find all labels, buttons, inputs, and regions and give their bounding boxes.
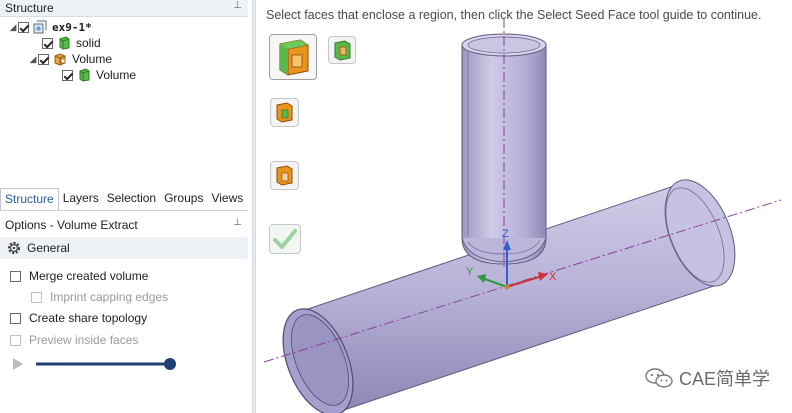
watermark-text: CAE简单学 [678, 369, 770, 389]
gear-icon [7, 241, 21, 255]
left-panel: Structure ⊥ ◢ ex9-1* solid ◢ Volume Volu… [0, 0, 252, 413]
y-axis-label: Y [466, 266, 474, 278]
graphics-viewport[interactable]: Select faces that enclose a region, then… [256, 0, 792, 413]
structure-panel-title: Structure [5, 1, 54, 15]
preview-inside-checkbox [10, 334, 21, 346]
play-icon [13, 358, 23, 370]
volume-body-icon [79, 68, 90, 82]
pin-icon[interactable]: ⊥ [233, 0, 242, 11]
tab-selection[interactable]: Selection [103, 188, 160, 210]
tab-groups[interactable]: Groups [160, 188, 207, 210]
watermark: CAE简单学 [645, 365, 770, 391]
select-seed-face-tool-icon [334, 40, 351, 61]
z-axis-label: Z [502, 228, 509, 240]
select-extra-face-tool[interactable] [270, 98, 299, 127]
tree-checkbox[interactable] [62, 69, 73, 81]
options-panel-title: Options - Volume Extract [5, 218, 138, 232]
volume-group-icon [54, 53, 66, 66]
select-faces-tool[interactable] [269, 34, 317, 80]
option-preview-inside-faces: Preview inside faces [10, 332, 138, 348]
option-label: Preview inside faces [29, 333, 139, 347]
option-label: Merge created volume [29, 269, 149, 283]
merge-volume-checkbox[interactable] [10, 270, 21, 282]
collapse-icon[interactable]: ◢ [28, 54, 38, 65]
select-cap-face-tool[interactable] [270, 161, 299, 190]
options-panel-header: Options - Volume Extract ⊥ [0, 217, 248, 233]
complete-checkmark-icon [273, 229, 297, 249]
collapse-icon[interactable]: ◢ [8, 22, 18, 33]
section-title: General [27, 241, 70, 255]
share-topology-checkbox[interactable] [10, 312, 21, 324]
solid-body-icon [59, 36, 70, 50]
x-axis-label: X [549, 271, 557, 283]
option-merge-created-volume[interactable]: Merge created volume [10, 268, 148, 284]
wechat-icon [645, 368, 673, 388]
tree-checkbox[interactable] [38, 53, 49, 65]
tree-item-solid[interactable]: solid [42, 35, 101, 51]
tab-layers[interactable]: Layers [59, 188, 103, 210]
tree-checkbox[interactable] [18, 21, 29, 33]
complete-tool[interactable] [269, 224, 301, 254]
option-label: Imprint capping edges [50, 290, 169, 304]
option-create-share-topology[interactable]: Create share topology [10, 310, 147, 326]
select-cap-face-tool-icon [276, 165, 293, 186]
tree-label: Volume [96, 68, 137, 82]
tree-label: solid [76, 36, 101, 50]
panel-tabs: Structure Layers Selection Groups Views [0, 188, 248, 211]
tab-structure[interactable]: Structure [0, 188, 59, 210]
tree-item-ex9-1[interactable]: ◢ ex9-1* [8, 19, 92, 35]
tree-item-volume-group[interactable]: ◢ Volume [28, 51, 113, 67]
select-faces-tool-icon [279, 39, 309, 76]
tree-label: Volume [72, 52, 113, 66]
slider-graphic [13, 358, 176, 370]
option-imprint-capping-edges: Imprint capping edges [31, 289, 168, 305]
option-label: Create share topology [29, 311, 148, 325]
structure-panel-header: Structure ⊥ [0, 0, 248, 17]
select-extra-face-tool-icon [276, 102, 293, 123]
select-seed-face-tool[interactable] [328, 36, 356, 64]
tree-checkbox[interactable] [42, 37, 53, 49]
tree-label: ex9-1* [52, 20, 92, 34]
tab-views[interactable]: Views [207, 188, 247, 210]
pin-icon[interactable]: ⊥ [233, 217, 242, 228]
imprint-capping-checkbox [31, 291, 42, 303]
design-icon [33, 20, 47, 34]
general-section-header[interactable]: General [0, 237, 248, 259]
tree-item-volume[interactable]: Volume [62, 67, 136, 83]
preview-slider[interactable] [12, 356, 182, 372]
